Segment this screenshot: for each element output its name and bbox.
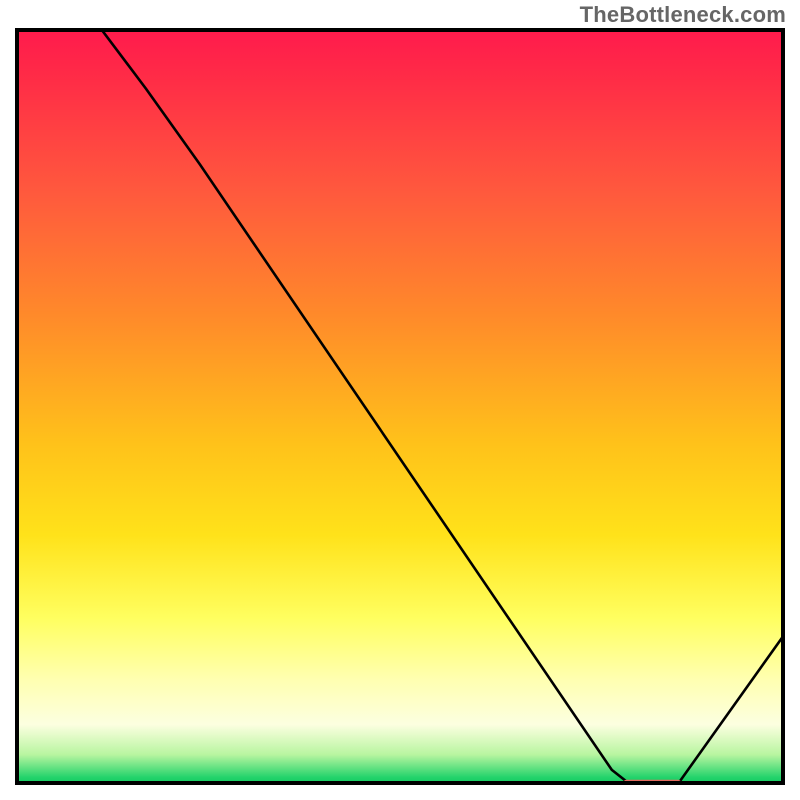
- chart-overlay: [15, 28, 785, 785]
- attribution-text: TheBottleneck.com: [580, 2, 786, 28]
- plot-outer: [15, 28, 785, 785]
- curve-line: [15, 28, 785, 785]
- chart-container: { "attribution": "TheBottleneck.com", "c…: [0, 0, 800, 800]
- optimal-marker: [623, 780, 681, 785]
